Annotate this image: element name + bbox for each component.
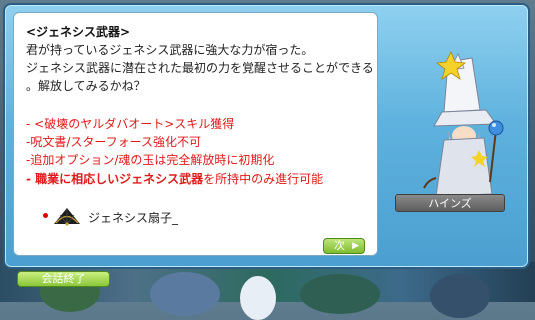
job-requirement-line: - 職業に相応しいジェネシス武器を所持中のみ進行可能 [26, 170, 323, 187]
condition-line: -追加オプション/魂の玉は完全解放時に初期化 [26, 153, 275, 167]
wizard-npc-icon [423, 51, 504, 197]
npc-name-plate: ハインズ [395, 194, 505, 212]
dialog-line: 君が持っているジェネシス武器に強大な力が宿った。 [26, 43, 314, 57]
next-button-label: 次 [334, 239, 345, 252]
fan-icon [54, 208, 80, 226]
dialog-line: 。解放してみるかね？ [26, 79, 146, 93]
bullet-icon [43, 213, 48, 218]
condition-line: -呪文書/スターフォース強化不可 [26, 135, 202, 149]
item-label: ジェネシス扇子_ [88, 211, 179, 225]
npc-portrait [384, 12, 520, 256]
dialog-title: <ジェネシス武器> [26, 25, 131, 39]
dialog-line: ジェネシス武器に潜在された最初の力を覚醒させることができる [26, 61, 374, 75]
next-button[interactable]: 次 ▶ [323, 238, 365, 254]
end-chat-button[interactable]: 会話終了 [17, 271, 110, 287]
job-requirement-bold: - 職業に相応しいジェネシス武器 [26, 172, 204, 186]
condition-line: - <破壊のヤルダバオート>スキル獲得 [26, 117, 235, 131]
job-requirement-rest: を所持中のみ進行可能 [203, 172, 324, 186]
arrow-right-icon: ▶ [352, 241, 359, 251]
